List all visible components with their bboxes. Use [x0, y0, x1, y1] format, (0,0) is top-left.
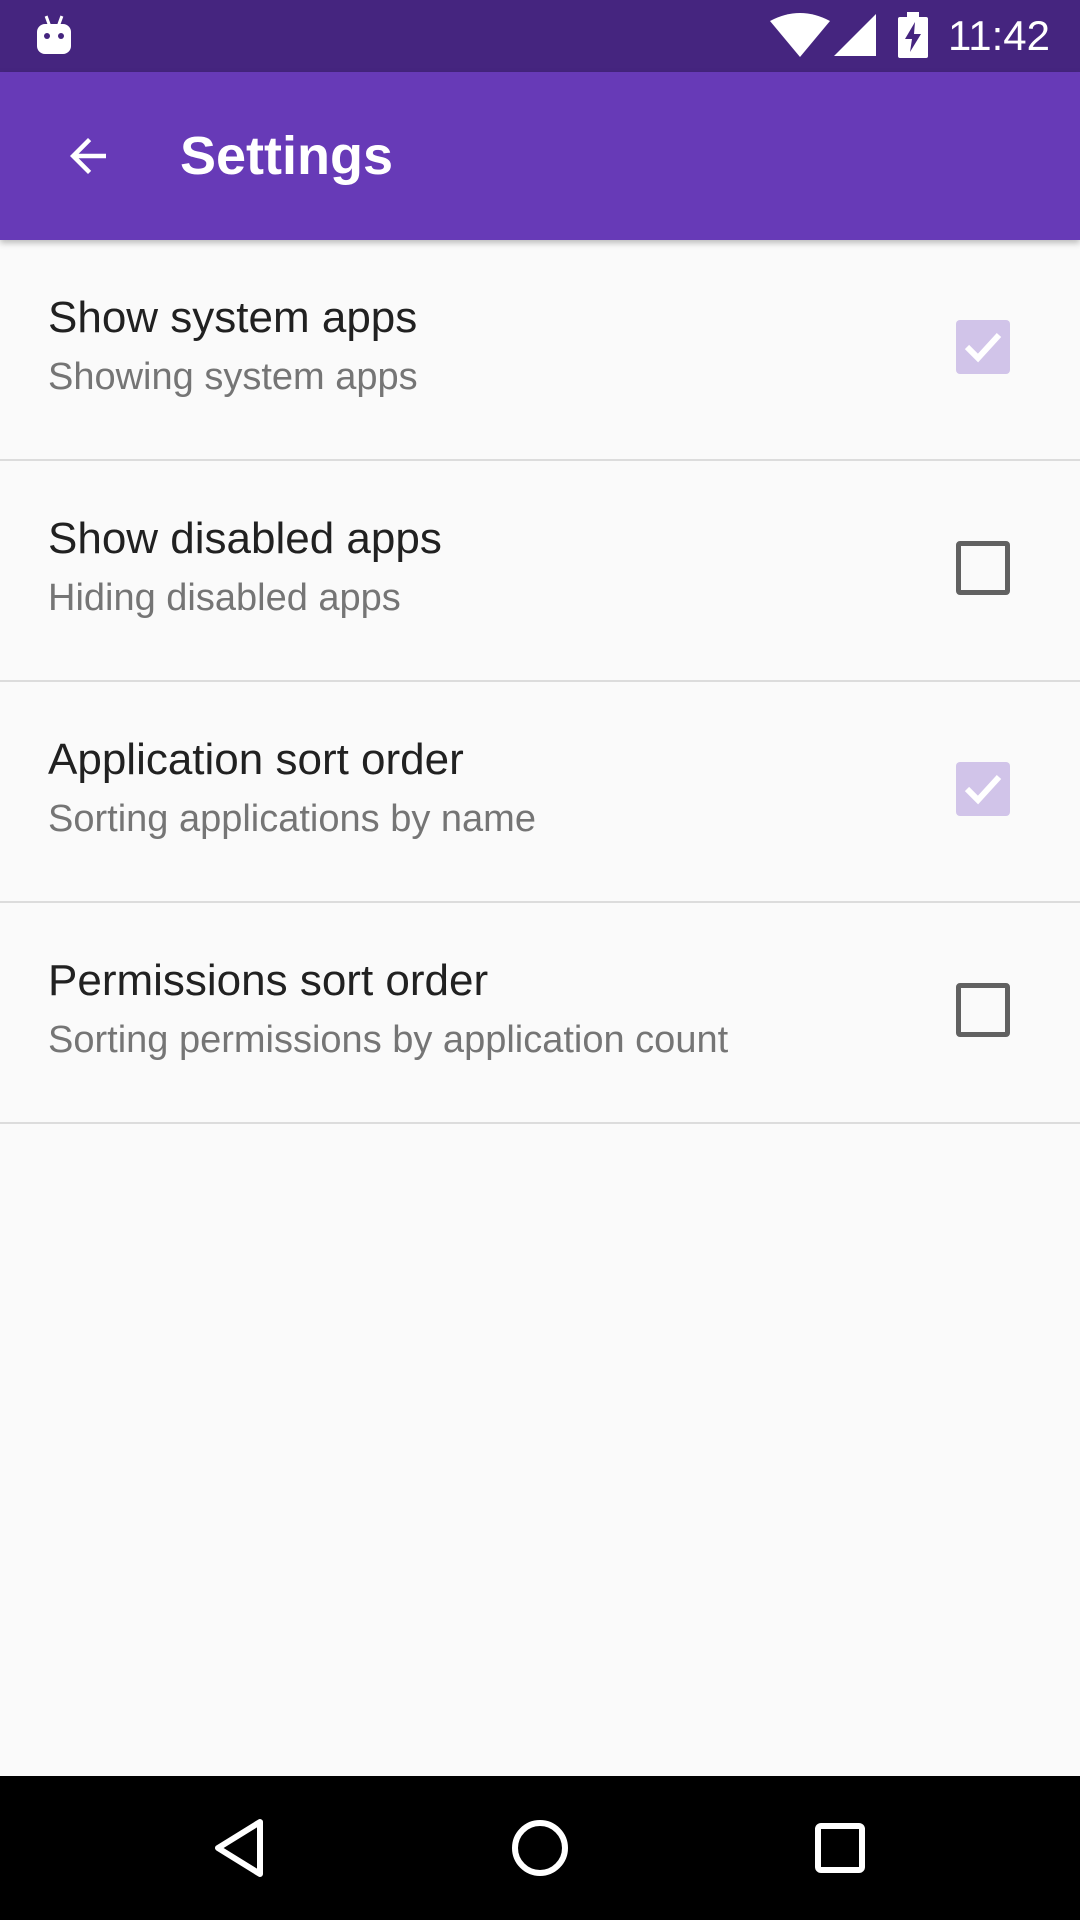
android-debug-icon: [37, 15, 71, 54]
setting-summary: Hiding disabled apps: [48, 577, 401, 619]
cell-signal-icon: [834, 14, 876, 56]
setting-show-disabled-apps[interactable]: Show disabled apps Hiding disabled apps: [0, 461, 1080, 682]
navigation-bar: [0, 1776, 1080, 1920]
status-bar: 11:42: [0, 0, 1080, 72]
battery-charging-icon: [898, 12, 928, 58]
settings-list: Show system apps Showing system apps Sho…: [0, 240, 1080, 1124]
setting-summary: Sorting applications by name: [48, 798, 536, 840]
permissions-sort-order-checkbox[interactable]: [956, 983, 1010, 1037]
status-clock: 11:42: [948, 12, 1050, 59]
show-system-apps-checkbox[interactable]: [956, 320, 1010, 374]
arrow-back-icon: [70, 138, 106, 174]
setting-title: Permissions sort order: [48, 956, 489, 1005]
setting-show-system-apps[interactable]: Show system apps Showing system apps: [0, 240, 1080, 461]
setting-application-sort-order[interactable]: Application sort order Sorting applicati…: [0, 682, 1080, 903]
recents-square-icon[interactable]: [804, 1812, 876, 1884]
checkmark-icon: [964, 774, 1002, 805]
app-bar: Settings: [0, 72, 1080, 240]
wifi-icon: [770, 13, 830, 57]
setting-summary: Showing system apps: [48, 356, 418, 398]
back-button[interactable]: [40, 108, 136, 204]
setting-permissions-sort-order[interactable]: Permissions sort order Sorting permissio…: [0, 903, 1080, 1124]
application-sort-order-checkbox[interactable]: [956, 762, 1010, 816]
back-triangle-icon[interactable]: [204, 1812, 276, 1884]
checkmark-icon: [964, 332, 1002, 363]
setting-summary: Sorting permissions by application count: [48, 1019, 729, 1061]
page-title: Settings: [180, 126, 394, 186]
setting-title: Show system apps: [48, 293, 418, 342]
setting-title: Application sort order: [48, 735, 464, 784]
setting-title: Show disabled apps: [48, 514, 442, 563]
show-disabled-apps-checkbox[interactable]: [956, 541, 1010, 595]
home-circle-icon[interactable]: [504, 1812, 576, 1884]
